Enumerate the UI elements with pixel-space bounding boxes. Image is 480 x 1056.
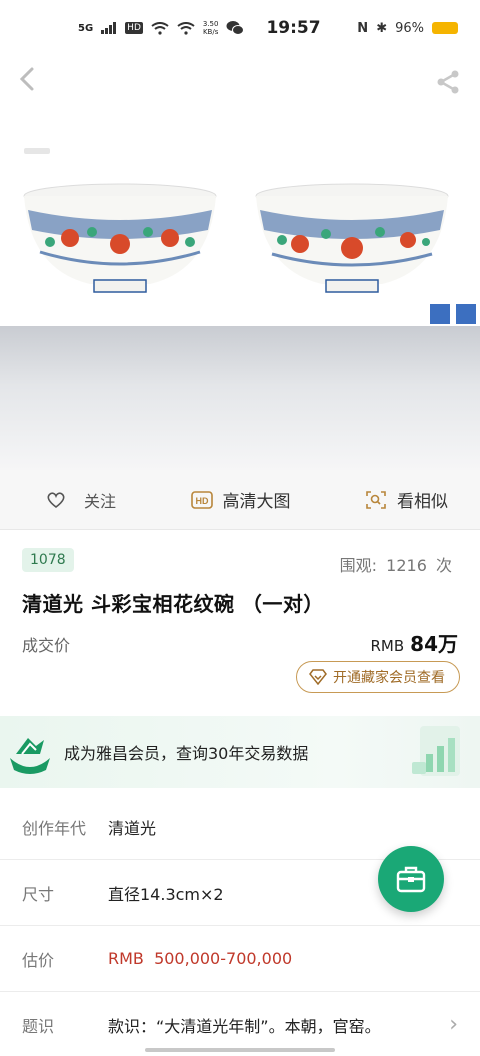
- wifi-icon-2: [177, 21, 195, 35]
- lot-detail-page: 5G HD 3.50 KB/s 19:57 N ✱ 96% 关注 HD 高清大图…: [0, 0, 480, 1056]
- price-currency: RMB: [370, 637, 405, 655]
- status-bar: 5G HD 3.50 KB/s 19:57 N ✱ 96%: [0, 0, 480, 56]
- action-bar: 关注 HD 高清大图 看相似: [0, 470, 480, 530]
- hammer-price: RMB 84万: [371, 628, 459, 657]
- speed-unit: KB/s: [202, 28, 219, 36]
- detail-label: 题识: [22, 1016, 55, 1036]
- hd-status-icon: HD: [125, 22, 143, 34]
- heart-icon: [47, 491, 65, 508]
- detail-value: 清道光: [108, 818, 157, 838]
- hd-image-label: 高清大图: [222, 492, 291, 512]
- view-similar-button[interactable]: 看相似: [365, 487, 448, 512]
- hd-icon: HD: [190, 490, 213, 509]
- battery-text: 96%: [395, 20, 424, 36]
- diamond-icon: [309, 669, 327, 685]
- svg-text:HD: HD: [195, 496, 208, 506]
- lot-details: 创作年代 清道光 尺寸 直径14.3cm×2 估价 RMB 500,000-70…: [0, 794, 480, 1056]
- share-button[interactable]: [434, 68, 462, 96]
- chart-deco-icon: [412, 726, 460, 776]
- detail-row-estimate: 估价 RMB 500,000-700,000: [0, 926, 480, 992]
- home-indicator[interactable]: [145, 1048, 335, 1052]
- battery-icon: [432, 22, 458, 34]
- bluetooth-icon: ✱: [376, 20, 388, 36]
- reign-mark-1: [430, 304, 450, 324]
- lot-title: 清道光 斗彩宝相花纹碗 （一对）: [22, 592, 324, 616]
- view-count: 围观: 1216 次: [340, 552, 452, 576]
- vip-unlock-label: 开通藏家会员查看: [333, 670, 445, 686]
- lot-info-card: 1078 围观: 1216 次 清道光 斗彩宝相花纹碗 （一对） 成交价 RMB…: [0, 530, 480, 714]
- detail-label: 创作年代: [22, 818, 87, 838]
- wifi-icon: [151, 21, 169, 35]
- detail-label: 估价: [22, 950, 55, 970]
- views-label: 围观:: [339, 556, 378, 575]
- follow-button[interactable]: 关注: [46, 488, 116, 512]
- status-time: 19:57: [266, 18, 321, 38]
- chevron-right-icon: ›: [449, 1012, 458, 1037]
- reign-mark-2: [456, 304, 476, 324]
- bowl-left: [23, 183, 217, 293]
- image-fade: [0, 326, 480, 476]
- detail-label: 尺寸: [22, 884, 55, 904]
- image-search-icon: [366, 490, 386, 509]
- detail-value: 直径14.3cm×2: [108, 884, 224, 904]
- detail-value: RMB 500,000-700,000: [108, 949, 293, 968]
- hd-image-button[interactable]: HD 高清大图: [190, 487, 291, 512]
- lot-number-badge: 1078: [22, 548, 74, 572]
- view-similar-label: 看相似: [396, 492, 448, 512]
- nfc-icon: N: [357, 20, 369, 36]
- briefcase-icon: [396, 866, 426, 893]
- follow-label: 关注: [84, 491, 117, 511]
- lot-image[interactable]: [0, 120, 480, 326]
- wechat-icon: [226, 21, 245, 35]
- status-right: N ✱ 96%: [357, 21, 458, 36]
- chevron-left-icon: [19, 67, 34, 91]
- views-unit: 次: [435, 556, 452, 575]
- views-count: 1216: [386, 556, 427, 575]
- detail-row-inscription[interactable]: 题识 款识：“大清道光年制”。本朝，官窑。 ›: [0, 992, 480, 1056]
- price-label: 成交价: [22, 636, 71, 655]
- bowl-right: [255, 183, 449, 293]
- artron-logo-icon: [10, 738, 50, 774]
- detail-value: 款识：“大清道光年制”。本朝，官窑。: [108, 1016, 381, 1036]
- member-banner-text: 成为雅昌会员，查询30年交易数据: [64, 744, 309, 763]
- vip-unlock-button[interactable]: 开通藏家会员查看: [296, 661, 460, 693]
- price-amount: 84万: [410, 632, 458, 656]
- porcelain-bowls-image: [23, 183, 476, 324]
- signal-icon: [101, 22, 117, 34]
- briefcase-fab-button[interactable]: [378, 846, 444, 912]
- back-button[interactable]: [16, 66, 48, 98]
- speed-value: 3.50: [202, 20, 219, 28]
- status-left: 5G HD 3.50 KB/s 19:57: [78, 18, 321, 38]
- net-speed: 3.50 KB/s: [203, 20, 219, 36]
- watermark: [24, 148, 50, 154]
- share-icon: [437, 70, 459, 94]
- member-banner[interactable]: 成为雅昌会员，查询30年交易数据: [0, 716, 480, 788]
- network-label: 5G: [78, 22, 94, 34]
